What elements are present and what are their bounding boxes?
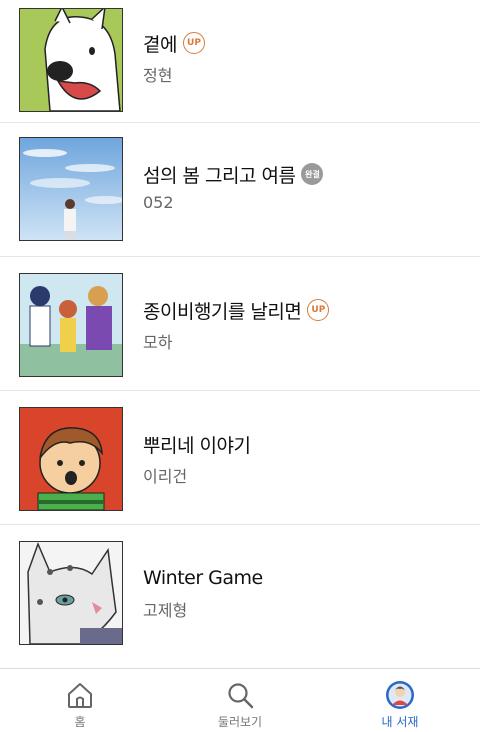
list-item[interactable]: 뿌리네 이야기 이리건 — [0, 391, 480, 525]
item-info: 곁에 UP 정현 — [143, 30, 205, 86]
item-author: 모하 — [143, 333, 173, 352]
tab-home[interactable]: 홈 — [0, 669, 160, 732]
webtoon-thumbnail — [19, 273, 123, 377]
bottom-tab-bar: 홈 둘러보기 내 서재 — [0, 668, 480, 732]
home-icon — [64, 679, 96, 711]
list-item[interactable]: 곁에 UP 정현 — [0, 0, 480, 123]
webtoon-thumbnail — [19, 541, 123, 645]
tab-browse-label: 둘러보기 — [217, 715, 263, 729]
webtoon-thumbnail — [19, 407, 123, 511]
webtoon-thumbnail — [19, 137, 123, 241]
item-author: 052 — [143, 193, 174, 212]
tab-library[interactable]: 내 서재 — [320, 669, 480, 732]
item-title: 종이비행기를 날리면 — [143, 300, 302, 323]
webtoon-thumbnail — [19, 8, 123, 112]
item-info: 종이비행기를 날리면 UP 모하 — [143, 297, 330, 353]
list-item[interactable]: 종이비행기를 날리면 UP 모하 — [0, 257, 480, 391]
item-title: 뿌리네 이야기 — [143, 434, 251, 457]
up-badge: UP — [182, 32, 205, 54]
tab-browse[interactable]: 둘러보기 — [160, 669, 320, 732]
tab-library-label: 내 서재 — [381, 715, 419, 729]
completed-badge: 완결 — [301, 163, 324, 185]
item-info: Winter Game 고제형 — [143, 565, 263, 621]
profile-avatar-icon — [384, 679, 416, 711]
tab-home-label: 홈 — [74, 715, 86, 729]
search-icon — [224, 679, 256, 711]
item-author: 정현 — [143, 66, 173, 85]
item-author: 고제형 — [143, 601, 188, 620]
item-author: 이리건 — [143, 467, 188, 486]
item-info: 뿌리네 이야기 이리건 — [143, 431, 251, 487]
library-list: 곁에 UP 정현 섬의 봄 그리고 여름 완결 052 종이비행기를 날리면 U… — [0, 0, 480, 659]
up-badge: UP — [307, 299, 330, 321]
item-title: Winter Game — [143, 567, 263, 589]
list-item[interactable]: 섬의 봄 그리고 여름 완결 052 — [0, 123, 480, 257]
item-title: 섬의 봄 그리고 여름 — [143, 164, 296, 187]
list-item[interactable]: Winter Game 고제형 — [0, 525, 480, 659]
item-title: 곁에 — [143, 33, 177, 56]
item-info: 섬의 봄 그리고 여름 완결 052 — [143, 161, 324, 212]
